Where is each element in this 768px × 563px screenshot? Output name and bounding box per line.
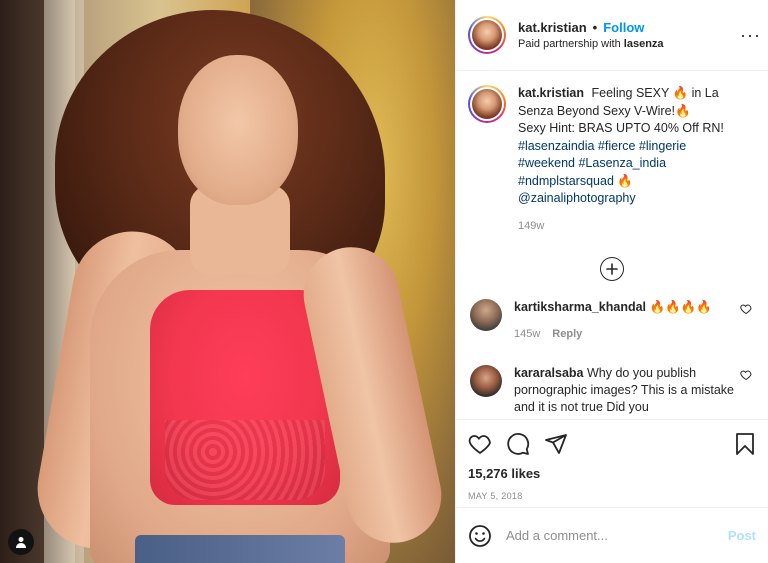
share-icon[interactable] — [544, 432, 568, 456]
comment-like-icon[interactable] — [740, 303, 752, 315]
heart-icon[interactable] — [468, 432, 492, 456]
bookmark-icon[interactable] — [734, 432, 756, 456]
caption-text-2: Sexy Hint: BRAS UPTO 40% Off RN! — [518, 121, 724, 135]
comment-meta: 145w Reply — [514, 326, 734, 343]
caption-hashtags-1[interactable]: #lasenzaindia #fierce #lingerie — [518, 138, 756, 156]
post-actions: 15,276 likes MAY 5, 2018 — [456, 419, 768, 507]
header-text: kat.kristian • Follow Paid partnership w… — [518, 20, 740, 50]
paid-partnership: Paid partnership with lasenza — [518, 38, 740, 50]
caption-avatar[interactable] — [468, 85, 506, 123]
separator-dot: • — [592, 20, 598, 35]
image-lace — [165, 420, 325, 500]
emoji-icon[interactable] — [468, 524, 492, 548]
follow-button[interactable]: Follow — [603, 20, 644, 35]
reply-button[interactable]: Reply — [552, 326, 582, 343]
comment-like-icon[interactable] — [740, 369, 752, 381]
post-comment-button[interactable]: Post — [728, 528, 756, 543]
load-more-button[interactable] — [600, 257, 624, 281]
caption-body: kat.kristian Feeling SEXY 🔥 in La Senza … — [518, 85, 756, 235]
image-jeans — [135, 535, 345, 563]
paid-partnership-label: Paid partnership with — [518, 38, 621, 50]
caption-hashtags-3[interactable]: #ndmplstarsquad 🔥 — [518, 173, 756, 191]
caption-mention[interactable]: @zainaliphotography — [518, 190, 756, 208]
action-left — [468, 432, 568, 456]
author-avatar[interactable] — [468, 16, 506, 54]
load-more-comments — [468, 257, 756, 281]
likes-count[interactable]: 15,276 likes — [468, 466, 756, 481]
comment-item: kartiksharma_khandal 🔥🔥🔥🔥 145w Reply — [468, 299, 756, 343]
post-details-panel: kat.kristian • Follow Paid partnership w… — [455, 0, 768, 563]
caption-time[interactable]: 149w — [518, 218, 756, 236]
instagram-post-modal: kat.kristian • Follow Paid partnership w… — [0, 0, 768, 563]
more-options-button[interactable]: ··· — [740, 25, 760, 46]
post-image[interactable] — [0, 0, 455, 563]
comment-item: kararalsaba Why do you publish pornograp… — [468, 365, 756, 416]
post-header: kat.kristian • Follow Paid partnership w… — [456, 0, 768, 71]
comment-time[interactable]: 145w — [514, 326, 540, 343]
partner-link[interactable]: lasenza — [624, 38, 664, 50]
comment-username[interactable]: kartiksharma_khandal — [514, 300, 646, 314]
image-face — [178, 55, 298, 205]
caption-hashtags-2[interactable]: #weekend #Lasenza_india — [518, 155, 756, 173]
header-line1: kat.kristian • Follow — [518, 20, 740, 35]
caption-username[interactable]: kat.kristian — [518, 86, 584, 100]
author-username[interactable]: kat.kristian — [518, 20, 587, 35]
comment-avatar[interactable] — [470, 365, 502, 397]
comments-section[interactable]: kat.kristian Feeling SEXY 🔥 in La Senza … — [456, 71, 768, 419]
comment-body: kartiksharma_khandal 🔥🔥🔥🔥 145w Reply — [514, 299, 734, 343]
comment-input[interactable] — [506, 528, 728, 543]
action-bar — [468, 430, 756, 458]
comment-avatar[interactable] — [470, 299, 502, 331]
caption: kat.kristian Feeling SEXY 🔥 in La Senza … — [468, 85, 756, 235]
comment-username[interactable]: kararalsaba — [514, 366, 584, 380]
tagged-users-button[interactable] — [8, 529, 34, 555]
comment-body: kararalsaba Why do you publish pornograp… — [514, 365, 734, 416]
post-date[interactable]: MAY 5, 2018 — [468, 491, 756, 501]
comment-text: 🔥🔥🔥🔥 — [649, 300, 712, 314]
comment-icon[interactable] — [506, 432, 530, 456]
plus-icon — [606, 263, 618, 275]
add-comment-bar: Post — [456, 507, 768, 563]
person-icon — [16, 537, 26, 548]
